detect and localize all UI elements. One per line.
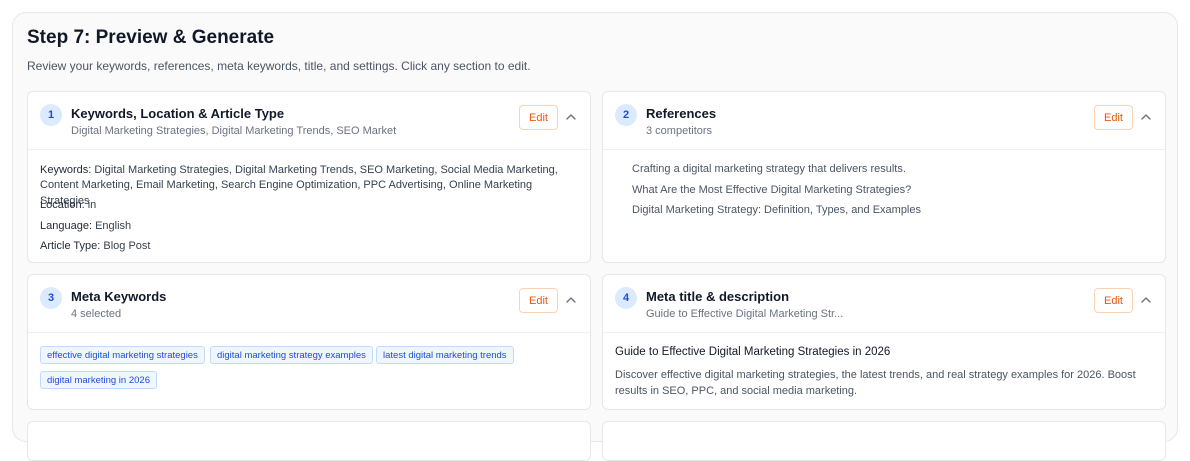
edit-meta-keywords-button[interactable]: Edit (519, 288, 558, 313)
article-type-value: Blog Post (103, 240, 151, 252)
card-summary: Digital Marketing Strategies, Digital Ma… (71, 125, 397, 137)
meta-title-text: Guide to Effective Digital Marketing Str… (615, 346, 891, 358)
card-summary: 3 competitors (646, 125, 713, 137)
chevron-up-icon[interactable] (564, 110, 578, 124)
next-card-right[interactable] (602, 421, 1166, 461)
keywords-label: Keywords: (40, 164, 92, 176)
keywords-card[interactable]: 1 Keywords, Location & Article Type Digi… (27, 91, 591, 263)
meta-title-card[interactable]: 4 Meta title & description Guide to Effe… (602, 274, 1166, 410)
article-type-row: Article Type: Blog Post (40, 239, 580, 254)
language-label: Language: (40, 220, 92, 232)
meta-keywords-card-header[interactable]: 3 Meta Keywords 4 selected Edit (28, 275, 590, 333)
card-title: Keywords, Location & Article Type (71, 106, 285, 121)
card-title: References (646, 106, 717, 121)
language-value: English (95, 220, 132, 232)
edit-keywords-button[interactable]: Edit (519, 105, 558, 130)
chevron-up-icon[interactable] (1139, 110, 1153, 124)
language-row: Language: English (40, 219, 580, 234)
step-panel: Step 7: Preview & Generate Review your k… (12, 12, 1178, 461)
meta-keywords-card[interactable]: 3 Meta Keywords 4 selected Edit effectiv… (27, 274, 591, 410)
card-title: Meta Keywords (71, 289, 167, 304)
step-number-badge: 3 (40, 287, 62, 309)
card-summary: Guide to Effective Digital Marketing Str… (646, 308, 844, 320)
step-title: Step 7: Preview & Generate (27, 27, 275, 48)
card-summary: 4 selected (71, 308, 122, 320)
step-subtitle: Review your keywords, references, meta k… (27, 59, 531, 73)
references-card[interactable]: 2 References 3 competitors Edit Crafting… (602, 91, 1166, 263)
keywords-card-header[interactable]: 1 Keywords, Location & Article Type Digi… (28, 92, 590, 150)
reference-item: Digital Marketing Strategy: Definition, … (632, 204, 921, 216)
step-number-badge: 2 (615, 104, 637, 126)
references-card-header[interactable]: 2 References 3 competitors Edit (603, 92, 1165, 150)
location-row: Location: in (40, 198, 580, 213)
reference-item: What Are the Most Effective Digital Mark… (632, 184, 912, 196)
article-type-label: Article Type: (40, 240, 101, 252)
step-number-badge: 1 (40, 104, 62, 126)
edit-references-button[interactable]: Edit (1094, 105, 1133, 130)
location-label: Location: (40, 199, 85, 211)
step-number-badge: 4 (615, 287, 637, 309)
meta-title-card-header[interactable]: 4 Meta title & description Guide to Effe… (603, 275, 1165, 333)
edit-meta-title-button[interactable]: Edit (1094, 288, 1133, 313)
location-value: in (87, 199, 97, 211)
chevron-up-icon[interactable] (1139, 293, 1153, 307)
meta-keyword-tag: digital marketing strategy examples (210, 346, 373, 364)
meta-keyword-tag: latest digital marketing trends (376, 346, 514, 364)
meta-keyword-tag: digital marketing in 2026 (40, 371, 157, 389)
card-title: Meta title & description (646, 289, 790, 304)
chevron-up-icon[interactable] (564, 293, 578, 307)
meta-keyword-tag: effective digital marketing strategies (40, 346, 205, 364)
reference-item: Crafting a digital marketing strategy th… (632, 163, 906, 175)
meta-description-text: Discover effective digital marketing str… (615, 369, 1136, 397)
next-card-left[interactable] (27, 421, 591, 461)
